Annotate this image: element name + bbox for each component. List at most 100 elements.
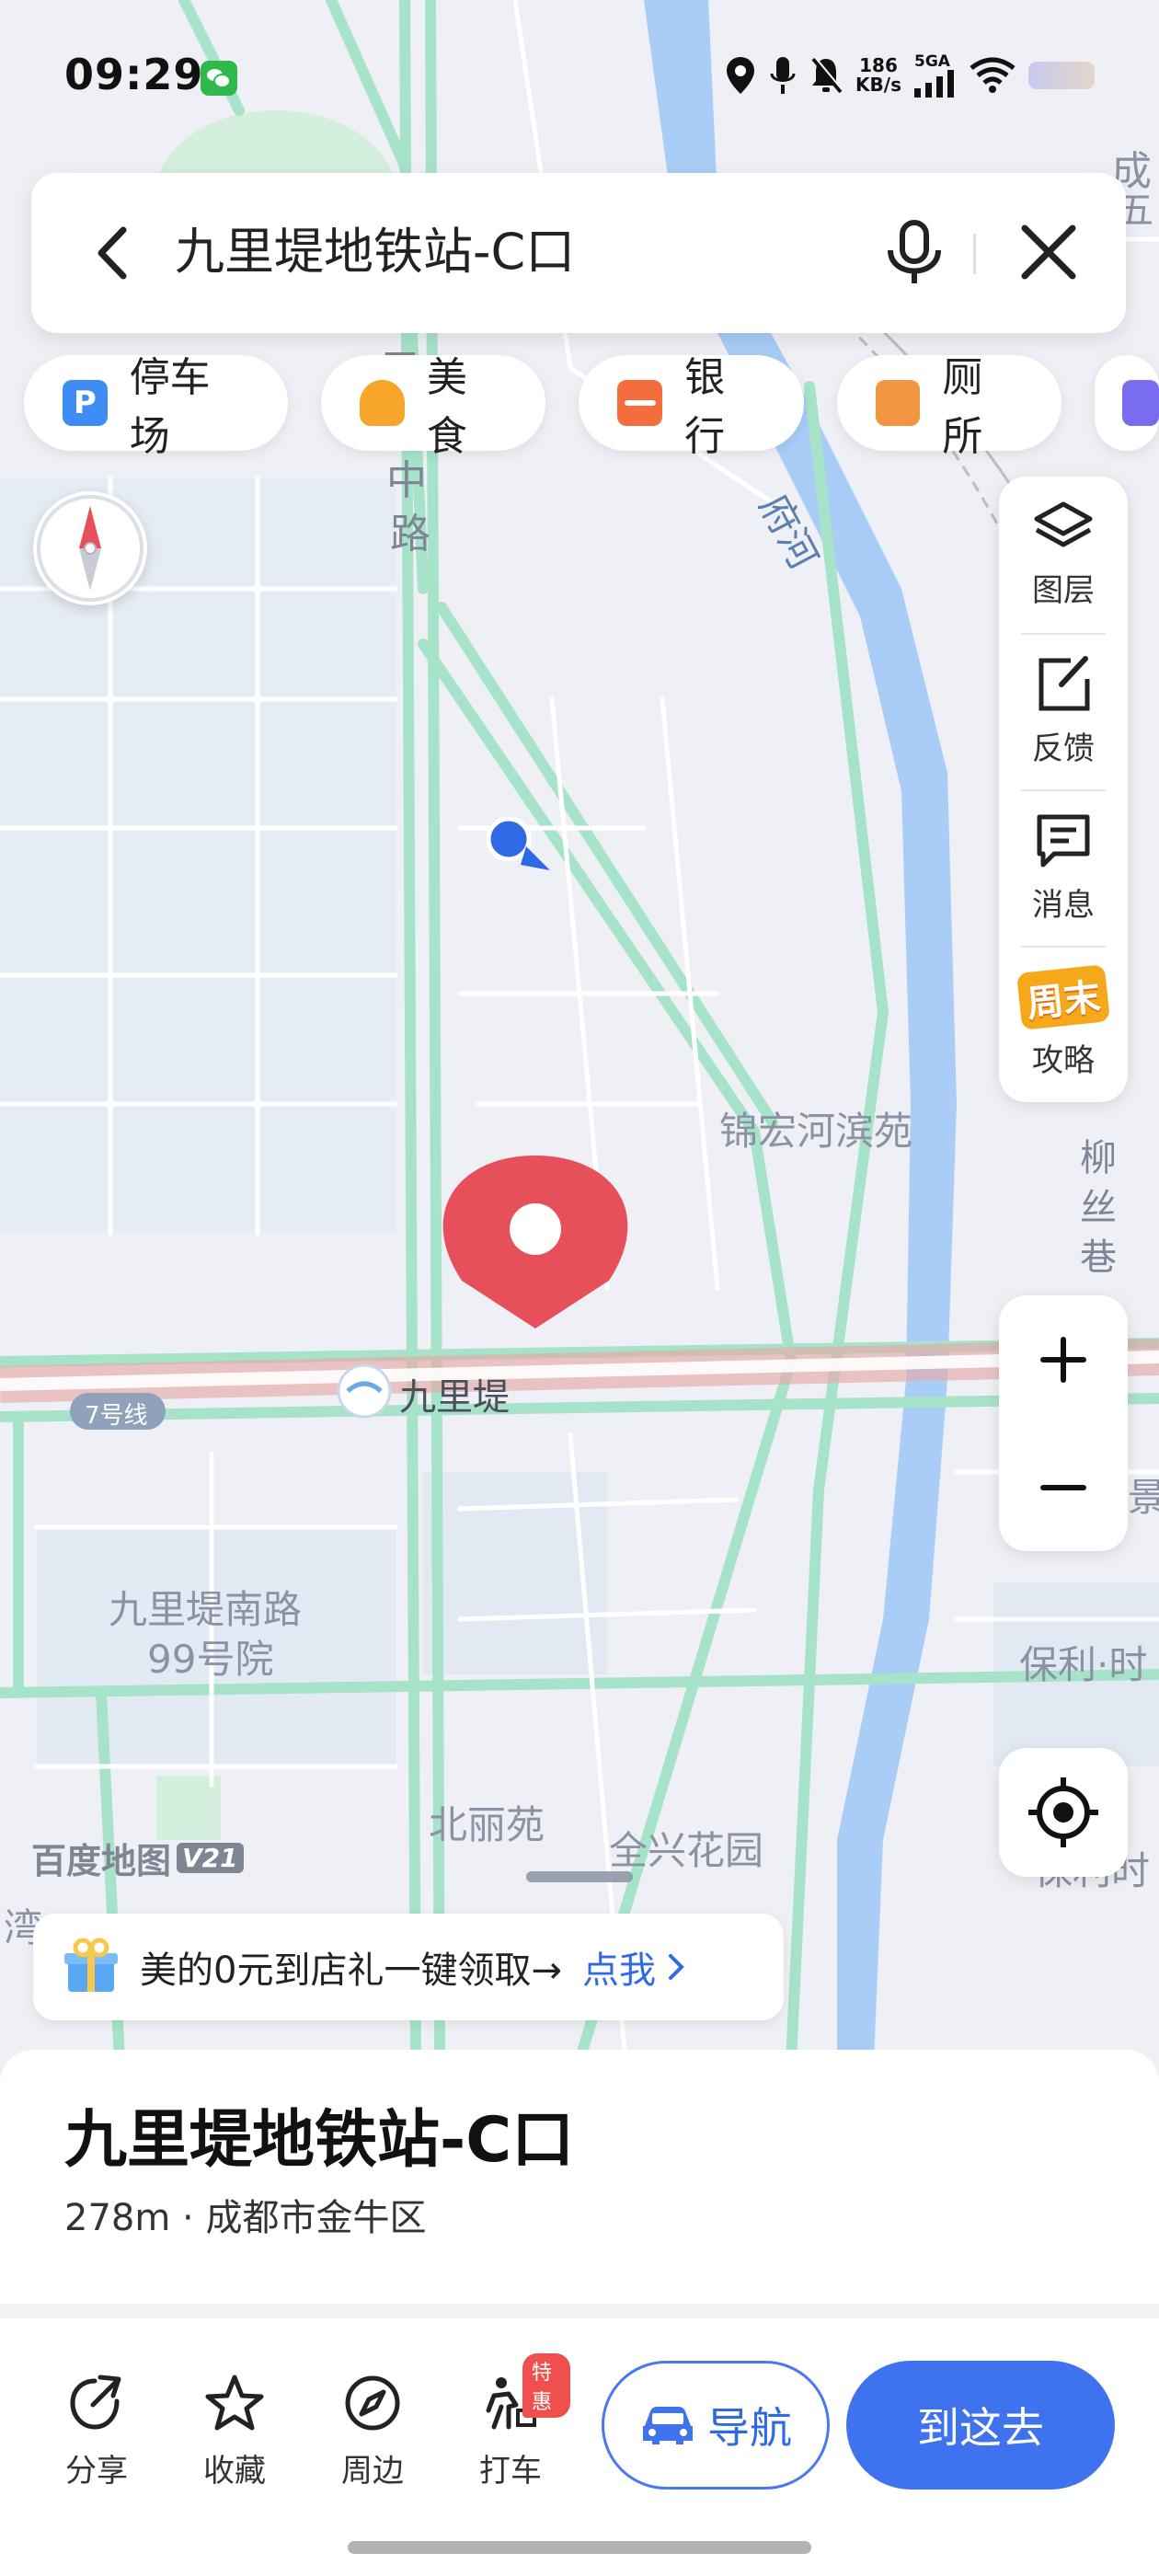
taxi-button[interactable]: 打车 特惠 — [451, 2353, 570, 2490]
guide-label: 攻略 — [1032, 1041, 1095, 1079]
network-speed-value: 186 — [859, 54, 898, 76]
minus-icon — [1040, 1484, 1086, 1490]
feedback-label: 反馈 — [1032, 730, 1095, 767]
messages-label: 消息 — [1032, 886, 1095, 924]
parking-icon: P — [63, 380, 108, 426]
metro-line-badge: 7号线 — [85, 1402, 148, 1430]
map-label-compound: 99号院 — [147, 1637, 274, 1682]
taxi-discount-badge: 特惠 — [522, 2353, 570, 2418]
map-label-alley: 巷 — [1080, 1236, 1117, 1279]
weekend-badge: 周末 — [1016, 963, 1110, 1030]
zoom-out-button[interactable] — [999, 1423, 1128, 1551]
share-label: 分享 — [65, 2453, 128, 2490]
brand-version: V21 — [177, 1843, 244, 1873]
toilet-icon — [875, 380, 921, 426]
search-bar[interactable]: 九里堤地铁站-C口 — [31, 173, 1126, 333]
home-indicator[interactable] — [348, 2541, 811, 2554]
back-arrow-icon[interactable] — [83, 221, 147, 285]
zoom-control — [999, 1295, 1128, 1551]
weekend-guide-button[interactable]: 周末 攻略 — [999, 946, 1128, 1102]
feedback-button[interactable]: 反馈 — [999, 633, 1128, 789]
status-bar: 09:29 186 KB/s 5GA — [0, 0, 1159, 156]
map-tools-panel: 图层 反馈 消息 周末 攻略 — [999, 477, 1128, 1102]
compass-icon — [37, 495, 143, 602]
promo-text: 美的0元到店礼一键领取→ — [140, 1949, 562, 1992]
map-label-road: 中 — [386, 457, 427, 504]
mute-bell-icon — [811, 56, 843, 94]
share-button[interactable]: 分享 — [37, 2374, 156, 2490]
favorite-button[interactable]: 收藏 — [175, 2374, 294, 2490]
close-icon[interactable] — [1014, 217, 1084, 287]
nearby-label: 周边 — [341, 2453, 404, 2490]
feedback-edit-icon — [1039, 655, 1090, 710]
navigate-label: 导航 — [707, 2403, 792, 2453]
place-detail-sheet: 九里堤地铁站-C口 278m · 成都市金牛区 分享 收藏 周边 打车 特惠 导… — [0, 2050, 1159, 2576]
wechat-icon — [201, 61, 237, 96]
car-icon — [643, 2407, 693, 2444]
navigate-button[interactable]: 导航 — [602, 2361, 830, 2490]
zoom-in-button[interactable] — [999, 1295, 1128, 1423]
place-distance-address: 278m · 成都市金牛区 — [64, 2197, 427, 2239]
star-icon — [205, 2375, 264, 2431]
taxi-label: 打车 — [479, 2453, 542, 2490]
place-actions: 分享 收藏 周边 打车 特惠 导航 到这去 — [0, 2318, 1159, 2521]
chip-label: 银行 — [684, 354, 726, 460]
status-time: 09:29 — [64, 50, 204, 99]
chip-toilet[interactable]: 厕所 — [836, 354, 1061, 460]
brand-name: 百度地图 — [31, 1841, 172, 1881]
messages-button[interactable]: 消息 — [999, 789, 1128, 946]
microphone-icon — [770, 57, 796, 94]
category-chips: P 停车场 美食 银行 厕所 — [24, 354, 1159, 460]
location-icon — [727, 57, 755, 94]
food-icon — [360, 380, 405, 426]
nearby-button[interactable]: 周边 — [313, 2374, 432, 2490]
locate-me-button[interactable] — [999, 1748, 1128, 1877]
place-title: 九里堤地铁站-C口 — [64, 2104, 575, 2177]
chip-food[interactable]: 美食 — [321, 354, 546, 460]
more-category-icon — [1121, 380, 1159, 426]
baidu-map-logo: 百度地图 V21 — [31, 1833, 244, 1883]
chevron-right-icon — [668, 1954, 684, 1980]
map-label-estate: 北丽苑 — [429, 1802, 545, 1847]
chip-label: 美食 — [426, 354, 467, 460]
map-label-alley: 丝 — [1080, 1187, 1117, 1229]
go-here-button[interactable]: 到这去 — [846, 2361, 1115, 2490]
layers-icon — [1034, 501, 1093, 546]
map-label-road: 路 — [390, 511, 430, 558]
map-label-station[interactable]: 九里堤 — [399, 1367, 510, 1420]
search-query[interactable]: 九里堤地铁站-C口 — [175, 215, 575, 289]
battery-icon — [1028, 62, 1095, 89]
layers-button[interactable]: 图层 — [999, 477, 1128, 633]
map-label-estate: 全兴花园 — [609, 1828, 764, 1873]
message-icon — [1037, 814, 1090, 867]
network-speed: 186 KB/s — [855, 56, 901, 95]
gift-icon — [64, 1938, 118, 1992]
crosshair-icon — [1028, 1777, 1098, 1847]
sheet-divider — [0, 2304, 1159, 2318]
voice-search-icon[interactable] — [878, 215, 951, 289]
signal-group: 5GA — [914, 53, 957, 98]
compass-button[interactable] — [33, 491, 147, 605]
chip-label: 厕所 — [942, 354, 983, 460]
chip-bank[interactable]: 银行 — [579, 354, 804, 460]
map-app: 用 中 路 府河 锦宏河滨苑 柳 丝 巷 7号线 九里堤 九里堤南路 99号院 … — [0, 0, 1159, 2576]
map-label-alley: 柳 — [1080, 1137, 1117, 1179]
plus-icon — [1040, 1336, 1086, 1383]
map-label-edge: 景 — [1128, 1475, 1159, 1520]
go-here-label: 到这去 — [917, 2403, 1044, 2453]
wifi-icon — [970, 57, 1016, 93]
promo-banner[interactable]: 美的0元到店礼一键领取→ 点我 — [33, 1914, 784, 2020]
chip-label: 停车场 — [129, 354, 211, 460]
network-speed-unit: KB/s — [855, 74, 901, 96]
bank-icon — [617, 380, 663, 426]
chip-parking[interactable]: P 停车场 — [24, 354, 289, 460]
network-type: 5GA — [914, 52, 950, 71]
layers-label: 图层 — [1032, 571, 1095, 609]
map-label-compound: 九里堤南路 — [109, 1587, 303, 1632]
chip-more[interactable] — [1094, 355, 1159, 451]
share-icon — [70, 2375, 121, 2430]
sheet-drag-handle[interactable] — [526, 1871, 633, 1882]
map-label-edge: 保利·时 — [1019, 1642, 1148, 1687]
signal-icon — [914, 70, 954, 98]
promo-link[interactable]: 点我 — [582, 1940, 656, 1994]
